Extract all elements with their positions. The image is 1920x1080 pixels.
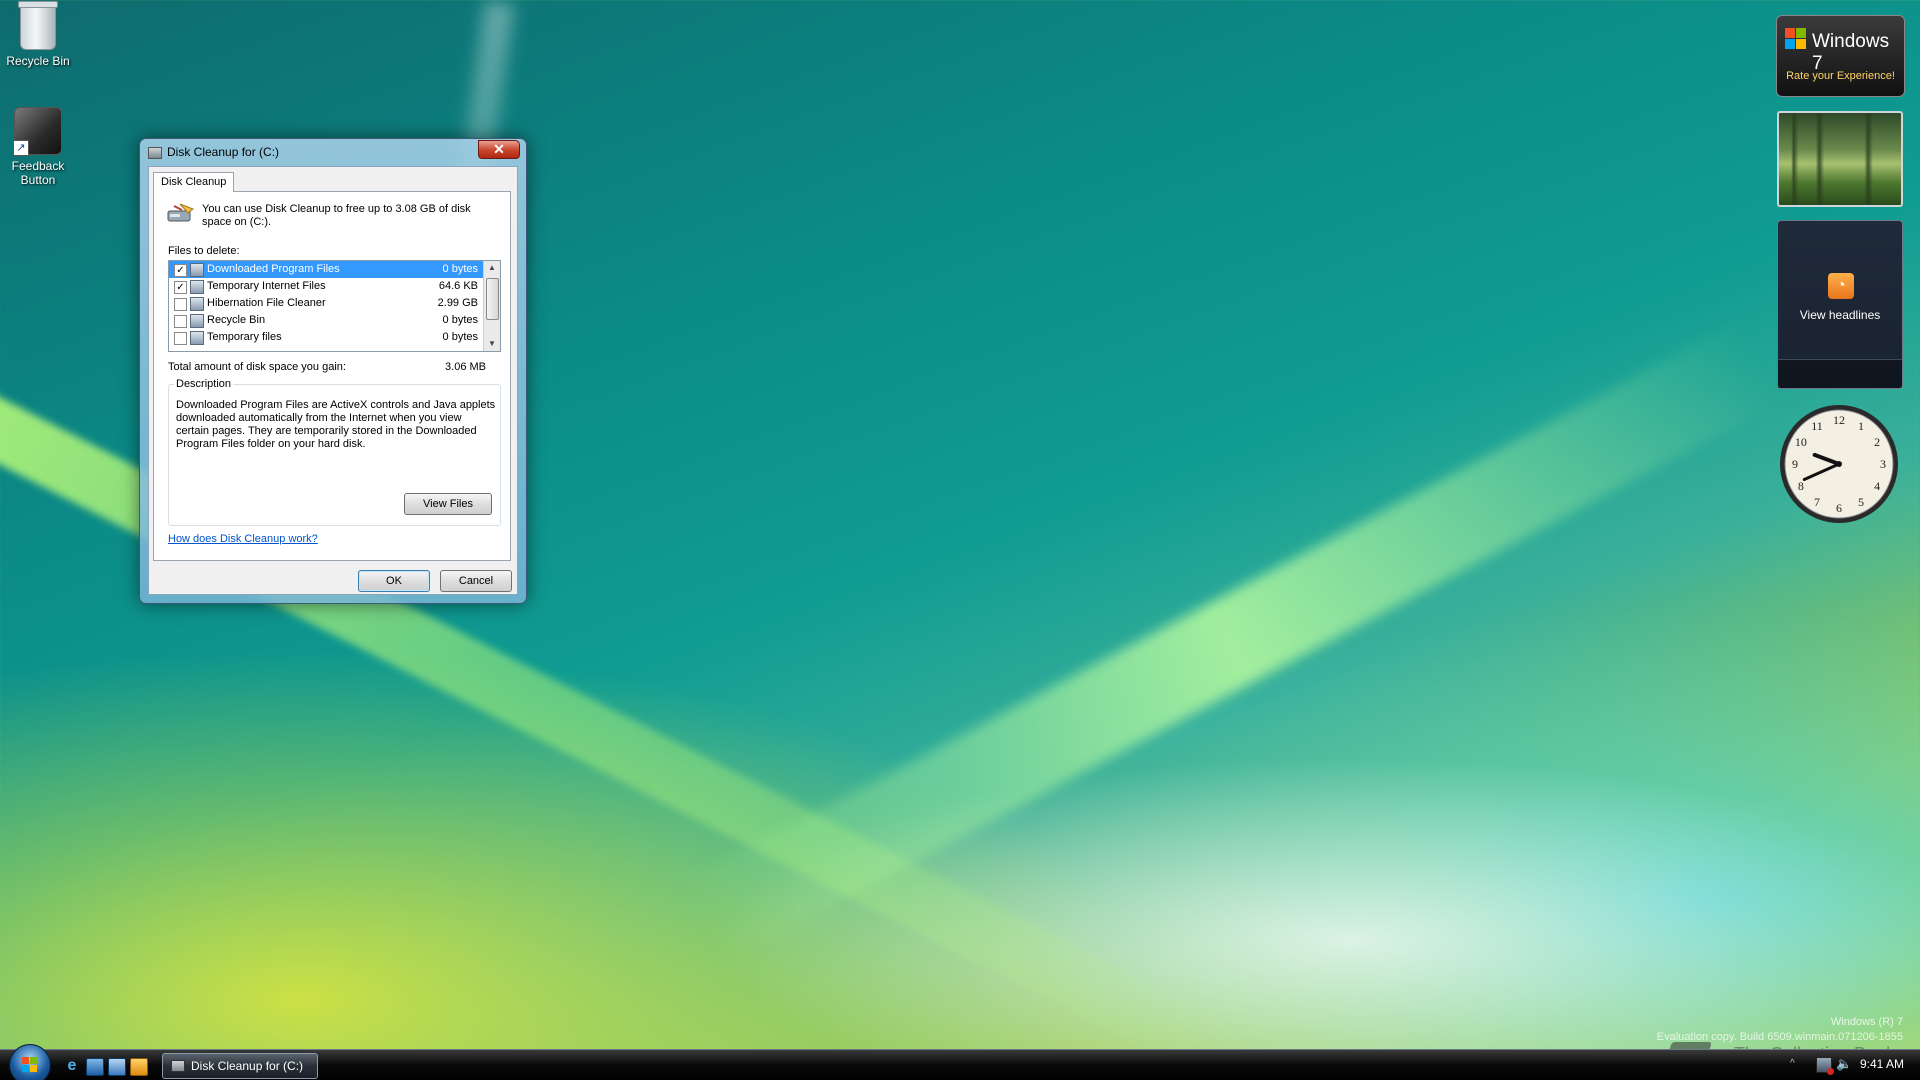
dialog-title: Disk Cleanup for (C:) [167,145,280,159]
view-headlines-label[interactable]: View headlines [1778,308,1902,322]
build-info-line1: Windows (R) 7 [1830,1016,1903,1028]
gadget-footer [1778,359,1902,388]
file-row-hibernation-file-cleaner[interactable]: Hibernation File Cleaner 2.99 GB [169,295,500,312]
tab-panel: You can use Disk Cleanup to free up to 3… [153,191,511,561]
dialog-client: Disk Cleanup You can use Disk Cleanup to… [148,166,518,595]
files-to-delete-label: Files to delete: [168,245,240,257]
file-checkbox[interactable] [174,315,187,328]
help-link[interactable]: How does Disk Cleanup work? [168,533,318,545]
taskbar: e Disk Cleanup for (C:) ^ 🔈 9:41 AM [0,1044,1920,1080]
feed-headlines-gadget[interactable]: ◔ View headlines [1777,220,1903,389]
clock-number-10: 10 [1795,435,1807,449]
taskbar-item-disk-cleanup[interactable]: Disk Cleanup for (C:) [162,1053,318,1079]
taskbar-clock[interactable]: 9:41 AM [1860,1057,1904,1071]
description-group: Description Downloaded Program Files are… [168,378,501,526]
desktop-icon-recycle-bin[interactable]: Recycle Bin [0,1,78,68]
file-type-icon [190,331,204,345]
files-to-delete-list[interactable]: ✓ Downloaded Program Files 0 bytes ✓ Tem… [168,260,501,352]
info-text: You can use Disk Cleanup to free up to 3… [202,203,471,228]
tab-disk-cleanup[interactable]: Disk Cleanup [153,172,235,192]
shortcut-arrow-icon: ↗ [13,140,29,156]
cancel-button[interactable]: Cancel [440,570,512,592]
file-name: Recycle Bin [207,314,266,326]
file-row-downloaded-program-files[interactable]: ✓ Downloaded Program Files 0 bytes [169,261,500,278]
files-list-scrollbar[interactable]: ▲ ▼ [483,261,500,351]
file-checkbox[interactable]: ✓ [174,281,187,294]
file-type-icon [190,263,204,277]
clock-number-7: 7 [1814,495,1820,509]
file-type-icon [190,314,204,328]
file-row-recycle-bin[interactable]: Recycle Bin 0 bytes [169,312,500,329]
clock-gadget[interactable]: 12 1234567891011 [1778,403,1900,525]
close-button[interactable]: ✕ [478,140,520,159]
disk-cleanup-icon [171,1060,185,1072]
switch-windows-icon[interactable] [108,1058,126,1076]
clock-number-2: 2 [1874,435,1880,449]
file-size: 0 bytes [442,331,478,343]
clock-number-6: 6 [1836,501,1842,515]
desktop-icon-label: Feedback Button [11,159,65,187]
file-size: 0 bytes [442,263,478,275]
file-name: Downloaded Program Files [207,263,340,275]
recycle-bin-icon [18,1,58,50]
file-checkbox[interactable]: ✓ [174,264,187,277]
disk-cleanup-dialog: Disk Cleanup for (C:) ✕ Disk Cleanup You… [139,138,527,604]
start-button[interactable] [9,1044,51,1080]
clock-number-9: 9 [1792,457,1798,471]
clock-number-4: 4 [1874,479,1880,493]
gadget-title: Windows 7 [1812,31,1890,74]
clock-number-11: 11 [1811,419,1823,433]
tray-expand-icon[interactable]: ^ [1790,1058,1795,1069]
clock-center [1836,461,1842,467]
scroll-down-arrow-icon[interactable]: ▼ [484,337,500,351]
show-desktop-icon[interactable] [86,1058,104,1076]
file-type-icon [190,297,204,311]
scroll-thumb[interactable] [486,278,499,320]
rss-icon: ◔ [1828,273,1854,299]
file-size: 64.6 KB [438,280,478,292]
network-status-icon[interactable] [1816,1057,1834,1075]
file-name: Hibernation File Cleaner [207,297,326,309]
clock-number-12: 12 [1833,413,1845,427]
clock-number-1: 1 [1858,419,1864,433]
ok-button[interactable]: OK [358,570,430,592]
drive-cleanup-icon [167,203,194,222]
taskbar-item-label: Disk Cleanup for (C:) [191,1059,304,1073]
windows-flag-icon [22,1057,38,1073]
view-files-button[interactable]: View Files [404,493,492,515]
clock-number-8: 8 [1798,479,1804,493]
total-gain-label: Total amount of disk space you gain: [168,361,346,373]
file-name: Temporary Internet Files [207,280,326,292]
feedback-icon: ↗ [13,107,62,156]
desktop-icon-label: Recycle Bin [6,54,70,68]
file-size: 0 bytes [442,314,478,326]
total-gain-value: 3.06 MB [445,361,486,373]
description-title: Description [174,378,234,390]
volume-icon[interactable]: 🔈 [1836,1057,1852,1071]
file-type-icon [190,280,204,294]
slideshow-gadget[interactable] [1777,111,1903,207]
scroll-up-arrow-icon[interactable]: ▲ [484,261,500,275]
clock-number-5: 5 [1858,495,1864,509]
file-checkbox[interactable] [174,332,187,345]
disk-cleanup-icon [148,147,162,159]
desktop-icon-feedback-button[interactable]: ↗ Feedback Button [0,107,78,187]
clock-number-3: 3 [1880,457,1886,471]
dialog-titlebar[interactable]: Disk Cleanup for (C:) ✕ [140,139,526,165]
windows-flag-icon [1785,28,1807,50]
file-row-temporary-internet-files[interactable]: ✓ Temporary Internet Files 64.6 KB [169,278,500,295]
internet-explorer-icon[interactable]: e [64,1058,80,1074]
file-checkbox[interactable] [174,298,187,311]
gadget-subtitle: Rate your Experience! [1786,70,1895,82]
file-row-temporary-files[interactable]: Temporary files 0 bytes [169,329,500,346]
file-name: Temporary files [207,331,282,343]
media-player-icon[interactable] [130,1058,148,1076]
file-size: 2.99 GB [437,297,478,309]
description-text: Downloaded Program Files are ActiveX con… [176,399,496,450]
windows7-rating-gadget[interactable]: Windows 7 Rate your Experience! [1776,15,1905,97]
